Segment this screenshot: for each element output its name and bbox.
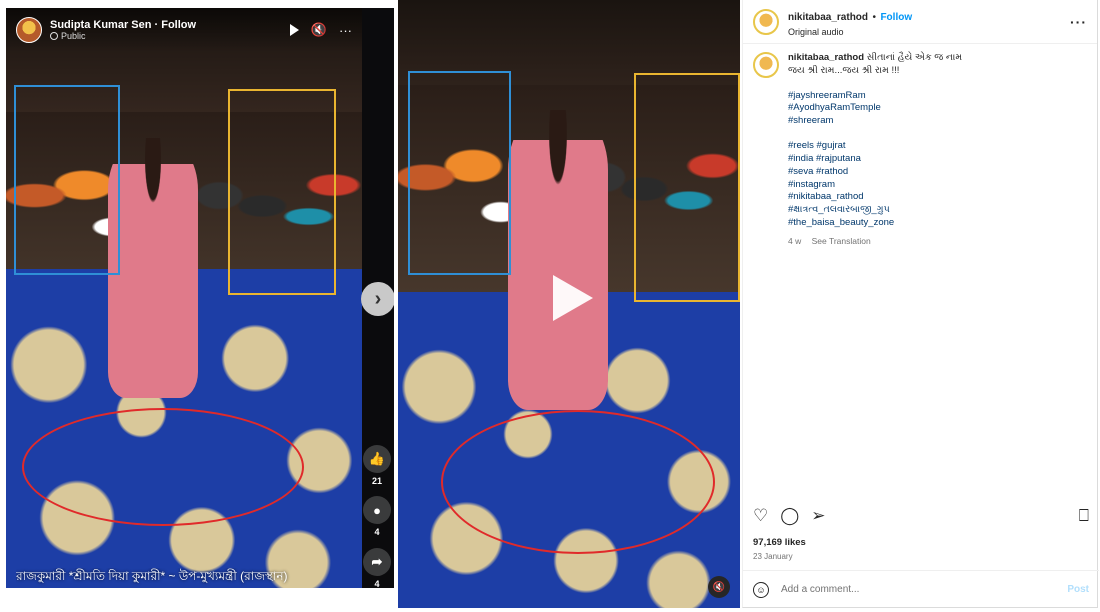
hashtag[interactable]: #instagram <box>788 179 962 192</box>
send-icon[interactable]: ➢ <box>811 506 825 526</box>
highlight-ellipse-red <box>441 410 715 554</box>
post-header: nikitabaa_rathod • Follow Original audio… <box>743 0 1097 44</box>
emoji-icon[interactable]: ☺ <box>753 581 769 598</box>
more-options-icon[interactable]: ··· <box>339 23 352 38</box>
hashtag[interactable]: #shreeram <box>788 115 962 128</box>
more-options-icon[interactable]: ··· <box>1070 14 1087 30</box>
like-count: 21 <box>371 476 382 486</box>
post-button[interactable]: Post <box>1067 584 1089 595</box>
avatar[interactable] <box>753 52 779 78</box>
hashtag[interactable]: #jayshreeramRam <box>788 90 962 103</box>
like-count[interactable]: 97,169 likes <box>753 537 806 548</box>
post-date: 23 January <box>753 552 793 561</box>
dancer-figure <box>108 138 198 398</box>
facebook-reel-panel: Sudipta Kumar Sen · Follow Public 🔇 ··· … <box>6 8 394 588</box>
play-icon[interactable] <box>289 24 299 36</box>
hashtag[interactable]: #AyodhyaRamTemple <box>788 102 962 115</box>
comment-button[interactable]: ● 4 <box>360 496 394 537</box>
hashtag-list: #jayshreeramRam #AyodhyaRamTemple #shree… <box>788 90 962 230</box>
audio-link[interactable]: Original audio <box>788 26 912 38</box>
highlight-box-yellow <box>228 89 336 295</box>
follow-button[interactable]: Follow <box>880 12 912 23</box>
caption-username[interactable]: nikitabaa_rathod <box>788 52 864 63</box>
hashtag[interactable]: #the_baisa_beauty_zone <box>788 217 962 230</box>
screenshot-root: Sudipta Kumar Sen · Follow Public 🔇 ··· … <box>0 0 1100 612</box>
bookmark-icon[interactable]: ⎕ <box>1079 506 1089 526</box>
privacy-label: Public <box>50 31 196 41</box>
highlight-box-blue <box>14 85 120 275</box>
post-actions: ♡ ◯ ➢ ⎕ <box>753 505 1089 527</box>
play-icon[interactable] <box>547 275 593 321</box>
instagram-video[interactable]: 🔇 <box>398 0 740 608</box>
hashtag[interactable]: #seva #rathod <box>788 166 962 179</box>
highlight-box-yellow <box>634 73 740 302</box>
comment-input[interactable]: Add a comment... <box>781 584 859 595</box>
see-translation-link[interactable]: See Translation <box>812 236 871 246</box>
highlight-ellipse-red <box>22 408 304 526</box>
heart-icon[interactable]: ♡ <box>753 506 768 526</box>
next-reel-button[interactable]: › <box>361 282 394 316</box>
hashtag[interactable]: #reels #gujrat <box>788 140 962 153</box>
username[interactable]: nikitabaa_rathod <box>788 12 868 23</box>
share-button[interactable]: ➦ 4 <box>360 548 394 588</box>
volume-muted-icon[interactable]: 🔇 <box>708 576 730 598</box>
thumbs-up-icon: 👍 <box>363 445 391 473</box>
instagram-sidebar: nikitabaa_rathod • Follow Original audio… <box>742 0 1099 608</box>
share-count: 4 <box>374 579 380 588</box>
comment-bar: ☺ Add a comment... Post <box>743 570 1099 608</box>
post-age: 4 w <box>788 235 802 246</box>
comment-count: 4 <box>374 527 380 537</box>
author-name[interactable]: Sudipta Kumar Sen · Follow <box>50 19 196 31</box>
like-button[interactable]: 👍 21 <box>360 445 394 486</box>
dancer-figure <box>508 110 608 410</box>
globe-icon <box>50 32 58 40</box>
hashtag[interactable]: #ક્ષાત્રત્વ_તલવારબાજી_ગ્રુપ <box>788 204 962 217</box>
comment-icon[interactable]: ◯ <box>780 506 799 526</box>
facebook-header: Sudipta Kumar Sen · Follow Public 🔇 ··· <box>6 8 362 52</box>
post-caption: nikitabaa_rathod સીતાનાં હૈયે એક જ નામ જ… <box>743 44 1097 255</box>
avatar[interactable] <box>753 8 779 35</box>
hashtag[interactable]: #india #rajputana <box>788 153 962 166</box>
volume-muted-icon[interactable]: 🔇 <box>311 22 327 38</box>
comment-icon: ● <box>363 496 391 524</box>
hashtag[interactable]: #nikitabaa_rathod <box>788 191 962 204</box>
reel-caption: রাজকুমারী *শ্রীমতি দিয়া কুমারী* ~ উপ-মু… <box>16 569 288 583</box>
share-icon: ➦ <box>363 548 391 576</box>
avatar[interactable] <box>16 17 42 43</box>
highlight-box-blue <box>408 71 511 275</box>
